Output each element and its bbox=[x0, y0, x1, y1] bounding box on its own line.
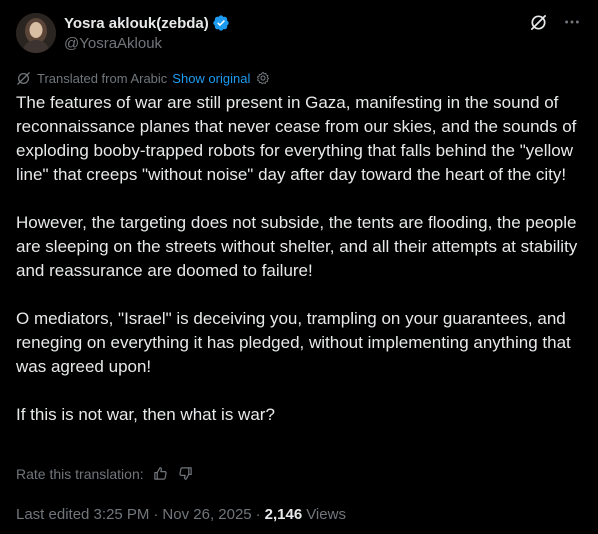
display-name[interactable]: Yosra aklouk(zebda) bbox=[64, 15, 209, 32]
tweet-paragraph: If this is not war, then what is war? bbox=[16, 405, 275, 424]
avatar[interactable] bbox=[16, 13, 56, 53]
edited-time-link[interactable]: Last edited 3:25 PM bbox=[16, 506, 149, 523]
tweet-text: The features of war are still present in… bbox=[16, 91, 584, 451]
translate-grok-icon bbox=[16, 71, 31, 86]
avatar-image bbox=[16, 13, 56, 53]
gear-icon[interactable] bbox=[256, 71, 270, 85]
tweet-paragraph: However, the targeting does not subside,… bbox=[16, 213, 578, 280]
tweet-paragraph: The features of war are still present in… bbox=[16, 93, 577, 184]
author-info: Yosra aklouk(zebda) @YosraAklouk bbox=[64, 13, 230, 53]
show-original-link[interactable]: Show original bbox=[172, 71, 250, 86]
views-count: 2,146 bbox=[264, 505, 303, 523]
views-label: Views bbox=[306, 505, 346, 523]
handle[interactable]: @YosraAklouk bbox=[64, 35, 230, 53]
tweet-paragraph: O mediators, "Israel" is deceiving you, … bbox=[16, 309, 571, 376]
rate-label: Rate this translation: bbox=[16, 466, 144, 482]
top-actions bbox=[528, 12, 582, 32]
rate-translation: Rate this translation: bbox=[16, 464, 194, 484]
separator: · bbox=[255, 505, 261, 523]
thumbs-down-icon[interactable] bbox=[178, 466, 194, 482]
grok-slash-icon[interactable] bbox=[528, 12, 548, 32]
translated-label: Translated from Arabic bbox=[37, 70, 168, 86]
tweet: Yosra aklouk(zebda) @YosraAklouk Transla… bbox=[0, 0, 598, 534]
tweet-meta: Last edited 3:25 PM · Nov 26, 2025 · 2,1… bbox=[16, 504, 346, 524]
date-link[interactable]: Nov 26, 2025 bbox=[162, 506, 251, 523]
thumbs-up-icon[interactable] bbox=[153, 466, 169, 482]
verified-badge-icon[interactable] bbox=[212, 14, 230, 32]
translation-bar: Translated from Arabic Show original bbox=[16, 69, 270, 87]
more-dots-icon[interactable] bbox=[562, 12, 582, 32]
separator: · bbox=[153, 505, 159, 523]
